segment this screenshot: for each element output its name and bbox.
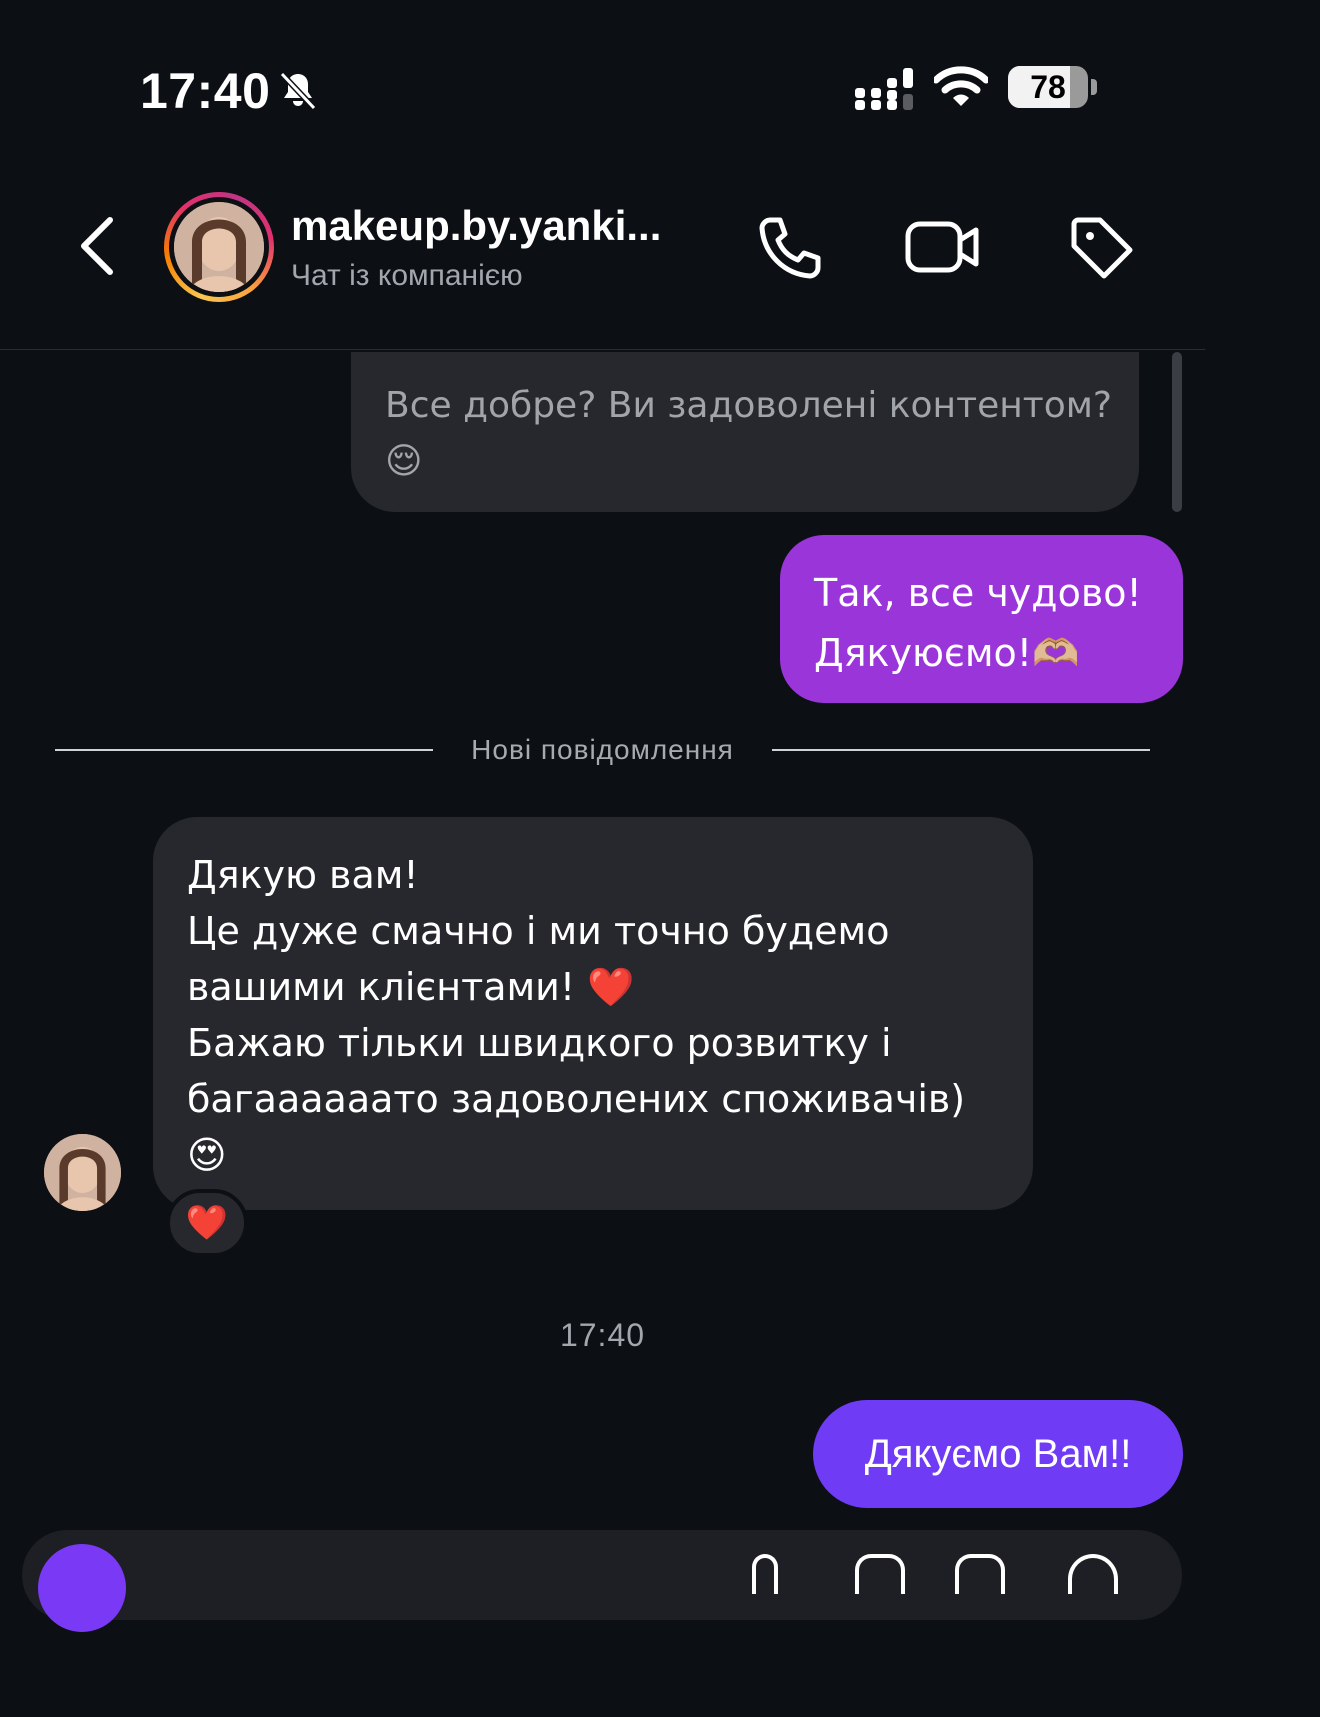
gallery-icon[interactable] bbox=[855, 1554, 905, 1594]
message-text: Дякую вам! Це дуже смачно і ми точно буд… bbox=[187, 853, 966, 1177]
message-timestamp: 17:40 bbox=[559, 1317, 646, 1353]
profile-avatar[interactable] bbox=[164, 192, 274, 302]
contact-subtitle: Чат із компанією bbox=[291, 259, 523, 292]
divider-line bbox=[55, 749, 433, 751]
microphone-icon[interactable] bbox=[752, 1554, 778, 1594]
back-chevron-icon[interactable] bbox=[72, 210, 128, 282]
message-bubble-incoming[interactable]: Дякую вам! Це дуже смачно і ми точно буд… bbox=[153, 817, 1033, 1210]
message-bubble-outgoing[interactable]: Так, все чудово! Дякуюємо!🫶🏼 bbox=[780, 535, 1183, 703]
tag-icon[interactable] bbox=[1064, 210, 1138, 284]
message-text: Все добре? Ви задоволені контентом? 😌 bbox=[385, 385, 1113, 482]
message-bubble-incoming[interactable]: Все добре? Ви задоволені контентом? 😌 bbox=[351, 352, 1139, 512]
camera-icon[interactable] bbox=[38, 1544, 126, 1632]
bell-slash-icon bbox=[279, 71, 317, 111]
battery-icon: 78 bbox=[1008, 66, 1097, 110]
status-time: 17:40 bbox=[140, 63, 271, 119]
header-divider bbox=[0, 349, 1205, 350]
sticker-icon[interactable] bbox=[955, 1554, 1005, 1594]
phone-icon[interactable] bbox=[752, 210, 826, 284]
video-camera-icon[interactable] bbox=[902, 210, 982, 284]
avatar-photo bbox=[174, 202, 264, 292]
message-text: Дякуємо Вам!! bbox=[864, 1432, 1132, 1476]
scrollbar[interactable] bbox=[1172, 352, 1182, 512]
message-composer[interactable] bbox=[22, 1530, 1182, 1620]
battery-percent: 78 bbox=[1030, 69, 1066, 105]
heart-reaction[interactable]: ❤️ bbox=[166, 1189, 248, 1257]
divider-label: Нові повідомлення bbox=[471, 734, 734, 765]
sender-avatar[interactable] bbox=[44, 1134, 121, 1211]
message-bubble-outgoing[interactable]: Дякуємо Вам!! bbox=[813, 1400, 1183, 1508]
divider-line bbox=[772, 749, 1150, 751]
cellular-signal-icon bbox=[855, 68, 913, 110]
contact-name[interactable]: makeup.by.yanki... bbox=[291, 202, 661, 250]
wifi-icon bbox=[934, 66, 988, 106]
message-text: Так, все чудово! Дякуюємо!🫶🏼 bbox=[814, 571, 1142, 675]
